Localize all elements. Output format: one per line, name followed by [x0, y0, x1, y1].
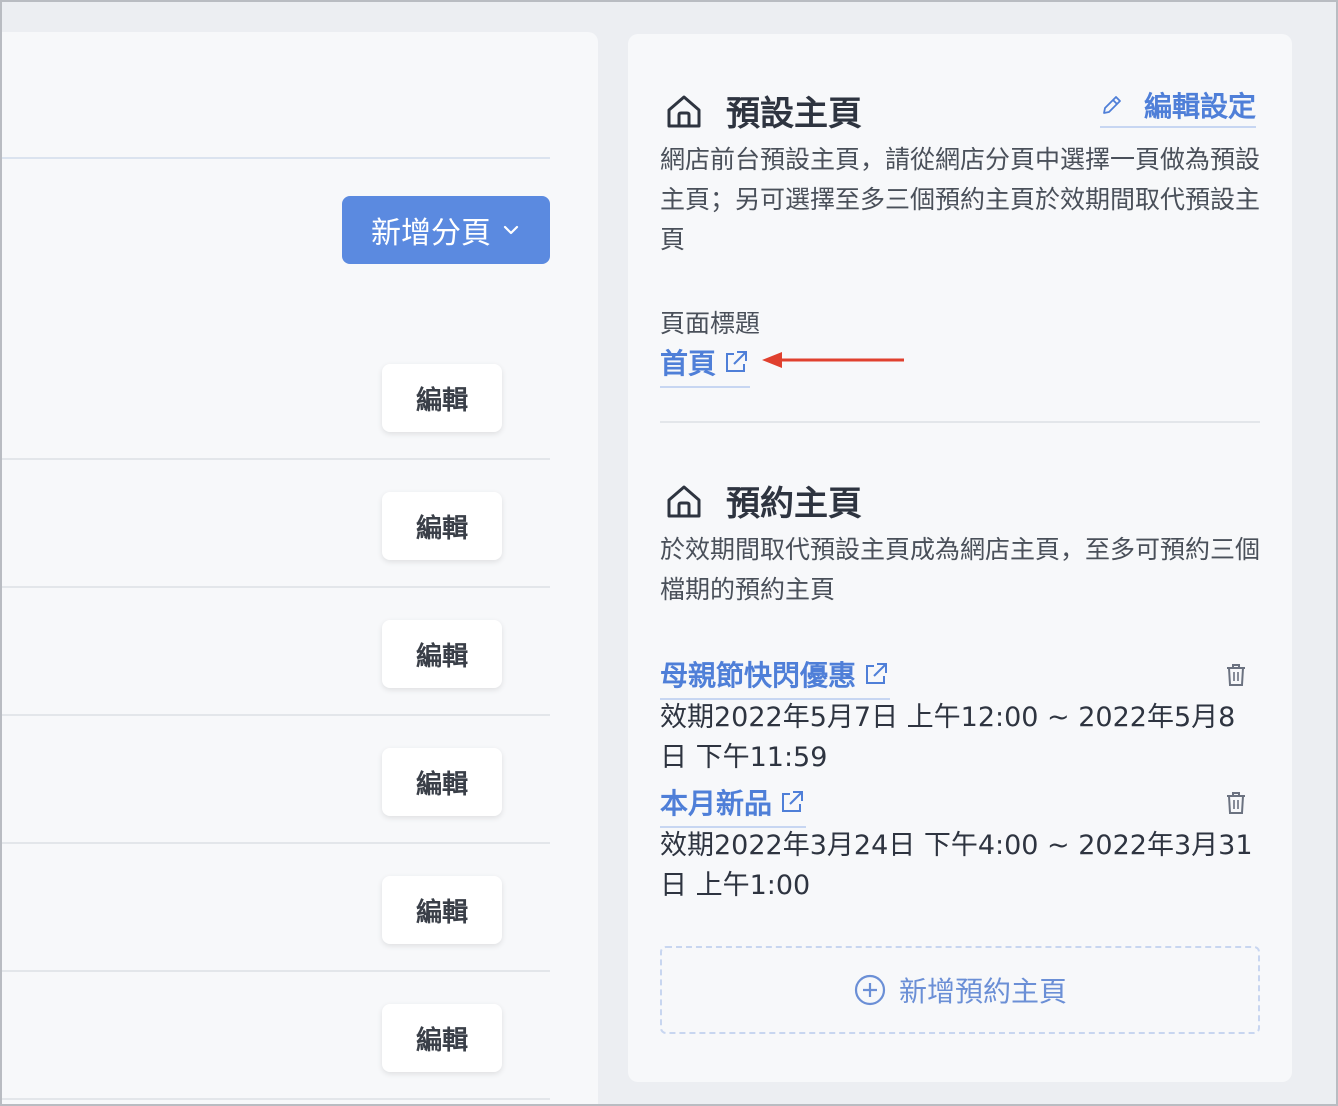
edit-button[interactable]: 編輯 — [382, 1004, 502, 1072]
edit-button[interactable]: 編輯 — [382, 748, 502, 816]
red-arrow-annotation — [762, 352, 904, 368]
section-divider — [660, 421, 1260, 423]
external-link-icon — [726, 351, 748, 372]
default-home-description: 網店前台預設主頁，請從網店分頁中選擇一頁做為預設主頁；另可選擇至多三個預約主頁於… — [660, 145, 1261, 254]
scheduled-page-link[interactable]: 本月新品 — [660, 782, 807, 828]
page-title-label: 頁面標題 — [660, 309, 761, 338]
page-row: 編輯 — [0, 844, 550, 972]
page-row: 編輯 — [0, 588, 550, 716]
trash-icon[interactable] — [1225, 791, 1247, 815]
scheduled-page-link[interactable]: 母親節快閃優惠 — [660, 654, 891, 700]
edit-settings-label: 編輯設定 — [1144, 90, 1257, 123]
scheduled-home-heading: 預約主頁 — [664, 476, 862, 525]
page-row: 編輯 — [0, 332, 550, 460]
edit-button[interactable]: 編輯 — [382, 364, 502, 432]
chevron-down-icon — [503, 225, 519, 235]
default-home-page-link[interactable]: 首頁 — [660, 342, 751, 388]
add-page-button[interactable]: 新增分頁 — [342, 196, 550, 264]
external-link-icon — [866, 663, 888, 684]
scheduled-page-name: 本月新品 — [660, 787, 773, 820]
plus-circle-icon — [854, 974, 886, 1006]
divider — [0, 157, 550, 159]
add-scheduled-home-label: 新增預約主頁 — [898, 975, 1067, 1008]
page-row: 編輯 — [0, 460, 550, 588]
scheduled-home-title: 預約主頁 — [726, 484, 862, 524]
external-link-icon — [782, 791, 804, 812]
add-page-label: 新增分頁 — [371, 216, 491, 251]
edit-button[interactable]: 編輯 — [382, 620, 502, 688]
home-icon — [667, 95, 701, 127]
pencil-icon — [1103, 96, 1121, 114]
scheduled-home-description: 於效期間取代預設主頁成為網店主頁，至多可預約三個檔期的預約主頁 — [660, 535, 1261, 604]
add-scheduled-home-button[interactable]: 新增預約主頁 — [660, 946, 1260, 1034]
page-row: 編輯 — [0, 972, 550, 1100]
scheduled-page-name: 母親節快閃優惠 — [660, 659, 857, 692]
scheduled-validity: 效期2022年3月24日 下午4:00 ~ 2022年3月31日 上午1:00 — [660, 830, 1253, 901]
default-home-heading: 預設主頁 — [664, 86, 862, 135]
default-home-title: 預設主頁 — [726, 94, 862, 134]
home-icon — [667, 485, 701, 517]
scheduled-validity: 效期2022年5月7日 上午12:00 ~ 2022年5月8日 下午11:59 — [660, 702, 1236, 773]
trash-icon[interactable] — [1225, 663, 1247, 687]
edit-settings-link[interactable]: 編輯設定 — [1100, 88, 1257, 128]
default-home-page-name: 首頁 — [660, 347, 717, 380]
edit-button[interactable]: 編輯 — [382, 492, 502, 560]
edit-button[interactable]: 編輯 — [382, 876, 502, 944]
page-row: 編輯 — [0, 716, 550, 844]
row-divider — [0, 1098, 550, 1100]
